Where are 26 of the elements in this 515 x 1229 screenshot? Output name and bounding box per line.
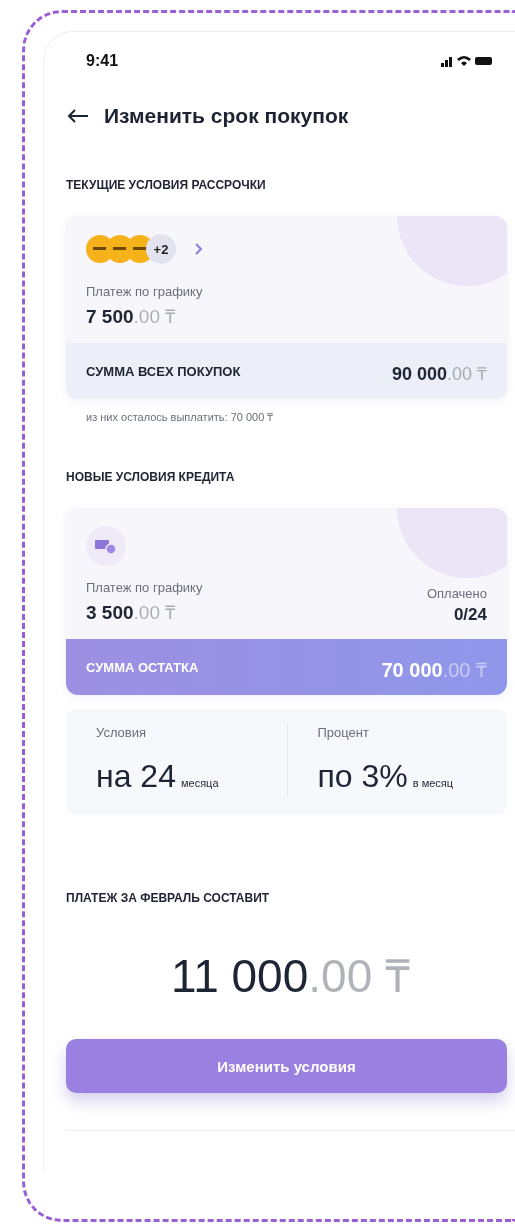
payment-label: Платеж по графику [86,284,204,299]
remaining-note: из них осталось выплатить: 70 000 ₸ [86,410,275,424]
paid-label: Оплачено [426,586,487,601]
section-title: ПЛАТЕЖ ЗА ФЕВРАЛЬ СОСТАВИТ [66,891,271,905]
page-title: Изменить срок покупок [104,104,349,128]
term-label: Условия [96,725,148,740]
back-arrow-icon[interactable] [66,108,90,124]
february-amount: 11 000.00 ₸ [170,949,411,1004]
payment-label: Платеж по графику [86,580,203,595]
remaining-label: СУММА ОСТАТКА [86,659,199,675]
status-icons [441,54,493,68]
section-title: НОВЫЕ УСЛОВИЯ КРЕДИТА [66,470,236,484]
section-title: ТЕКУЩИЕ УСЛОВИЯ РАССРОЧКИ [66,178,267,192]
status-time: 9:41 [86,52,119,70]
chevron-right-icon[interactable] [194,242,204,256]
term-value: по 3%в месяц [317,758,455,795]
total-label: СУММА ВСЕХ ПОКУПОК [86,363,241,379]
card-icon [95,538,117,554]
payment-amount: 3 500.00 ₸ [86,601,176,625]
paid-count: 0/24 [453,605,487,625]
term-label: Процент [317,725,370,740]
total-amount: 90 000.00 ₸ [391,363,487,385]
term-value: на 24 месяца [96,758,220,795]
more-count[interactable]: +2 [146,234,176,264]
remaining-amount: 70 000.00 ₸ [381,657,487,683]
payment-amount: 7 500.00 ₸ [86,305,177,329]
